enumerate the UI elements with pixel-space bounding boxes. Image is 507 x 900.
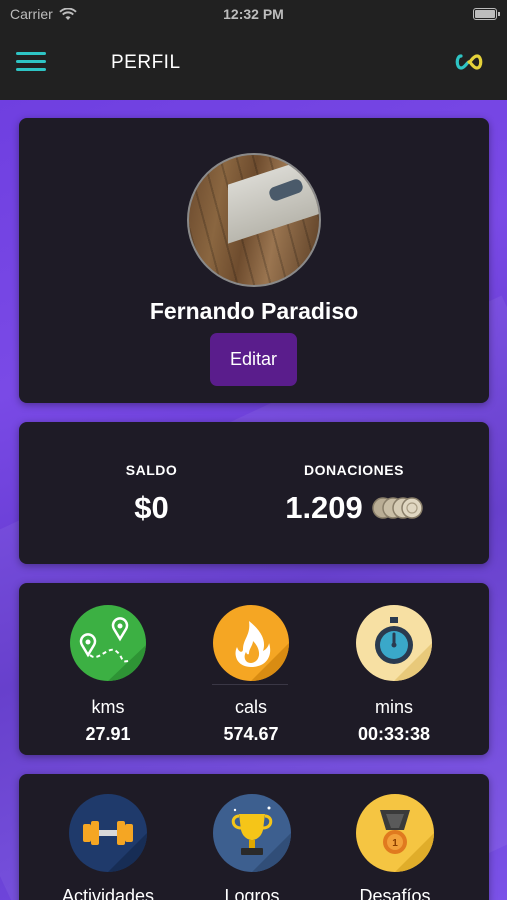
avatar[interactable] [187,153,321,287]
stat-kms: kms 27.91 [53,605,163,745]
menu-item-logros-label: Logros [224,886,280,900]
svg-text:1: 1 [392,838,398,849]
donaciones-label: DONACIONES [304,462,404,478]
stat-cals: cals 574.67 [196,605,306,745]
saldo-section: SALDO $0 [104,462,199,526]
stat-cals-value: 574.67 [223,724,279,744]
menu-item-actividades-label: Actividades [61,886,155,900]
navigation-bar: PERFIL [0,28,507,100]
stats-card: kms 27.91 cals 574.67 mins 00:33:38 [19,583,489,755]
stat-cals-label: cals [234,697,267,717]
balance-card: SALDO $0 DONACIONES 1.209 [19,422,489,564]
menu-item-logros[interactable]: Logros [182,794,322,900]
saldo-amount: $0 [134,490,169,525]
page-title: PERFIL [111,52,181,73]
infinity-logo-icon[interactable] [453,52,485,72]
stat-kms-label: kms [91,697,125,717]
trophy-icon [213,794,291,872]
medal-icon: 1 [356,794,434,872]
profile-content: Fernando Paradiso Editar SALDO $0 DONACI… [0,100,507,900]
saldo-label: SALDO [125,462,178,478]
stat-kms-value: 27.91 [85,724,131,744]
donaciones-value: 1.209 [279,490,429,526]
profile-name: Fernando Paradiso [149,298,359,324]
menu-card: Actividades Logros 1 Desafíos [19,774,489,900]
edit-profile-button[interactable]: Editar [210,333,297,386]
coins-icon [372,497,423,519]
menu-item-desafios-label: Desafíos [359,886,431,900]
donaciones-amount: 1.209 [285,490,363,525]
saldo-value: $0 [104,490,199,526]
hamburger-menu-icon[interactable] [16,52,46,74]
stat-mins-label: mins [374,697,413,717]
menu-item-actividades[interactable]: Actividades [38,794,178,900]
stat-mins: mins 00:33:38 [339,605,449,745]
flame-icon [213,605,289,681]
status-bar: Carrier 12:32 PM [0,0,507,28]
status-time: 12:32 PM [223,6,284,22]
stopwatch-icon [356,605,432,681]
donaciones-section: DONACIONES 1.209 [279,462,429,526]
dumbbell-icon [69,794,147,872]
menu-item-desafios[interactable]: 1 Desafíos [325,794,465,900]
battery-icon [473,8,500,20]
route-map-icon [70,605,146,681]
profile-card: Fernando Paradiso Editar [19,118,489,403]
stat-divider [212,684,288,685]
stat-mins-value: 00:33:38 [357,724,431,744]
